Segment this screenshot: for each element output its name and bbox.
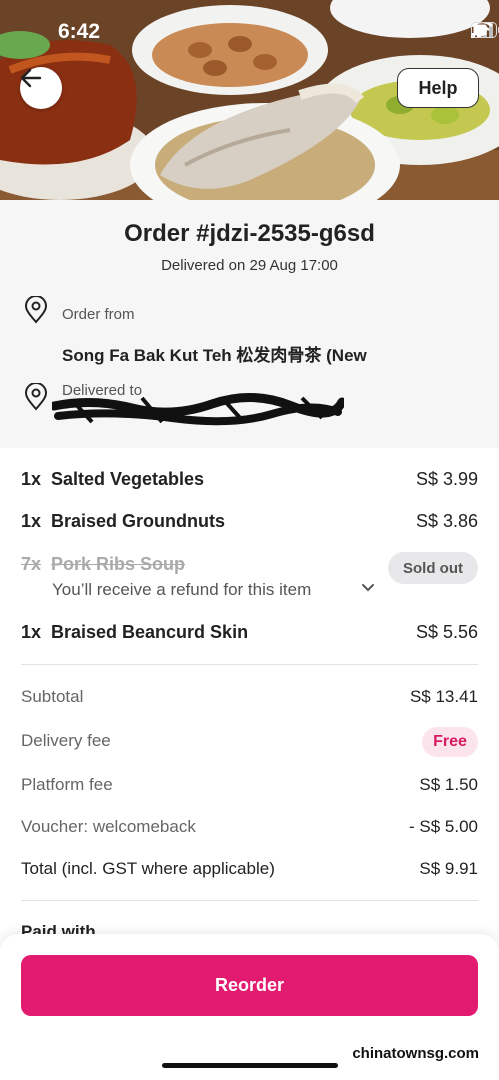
- item-price: S$ 5.56: [415, 622, 478, 642]
- item-name: Salted Vegetables: [51, 469, 205, 489]
- location-pin-icon: [24, 383, 48, 411]
- voucher-value: - S$ 5.00: [409, 817, 478, 836]
- total-value: S$ 9.91: [419, 859, 478, 878]
- watermark: chinatownsg.com: [352, 1045, 479, 1062]
- item-quantity: 7x: [21, 554, 42, 574]
- item-quantity: 1x: [21, 469, 42, 489]
- item-name: Braised Beancurd Skin: [51, 622, 249, 642]
- delivered-time: Delivered on 29 Aug 17:00: [161, 257, 338, 274]
- item-quantity: 1x: [21, 511, 42, 531]
- back-button[interactable]: [20, 67, 62, 109]
- arrow-left-icon: [20, 68, 42, 88]
- sold-out-badge: Sold out: [388, 552, 478, 584]
- divider: [21, 900, 478, 901]
- item-price: S$ 3.86: [415, 511, 478, 531]
- order-from-label: Order from: [62, 306, 135, 323]
- status-bar-time: 6:42: [58, 20, 101, 43]
- free-delivery-badge: Free: [422, 727, 478, 757]
- battery-icon: [471, 22, 499, 38]
- subtotal-value: S$ 13.41: [409, 687, 478, 706]
- platform-fee-label: Platform fee: [21, 775, 113, 794]
- redacted-address-scribble: [52, 393, 344, 426]
- item-price: S$ 3.99: [415, 469, 478, 489]
- order-info-panel: Order #jdzi-2535-g6sd Delivered on 29 Au…: [0, 200, 499, 448]
- restaurant-name: Song Fa Bak Kut Teh 松发肉骨茶 (New: [62, 346, 367, 365]
- order-title: Order #jdzi-2535-g6sd: [124, 220, 375, 247]
- reorder-button[interactable]: Reorder: [21, 955, 478, 1016]
- divider: [21, 664, 478, 665]
- item-quantity: 1x: [21, 622, 42, 642]
- item-name: Braised Groundnuts: [51, 511, 226, 531]
- total-label: Total (incl. GST where applicable): [21, 859, 275, 878]
- help-button[interactable]: Help: [397, 68, 479, 108]
- chevron-down-icon[interactable]: [360, 582, 376, 594]
- subtotal-label: Subtotal: [21, 687, 84, 706]
- home-indicator[interactable]: [162, 1063, 338, 1068]
- delivery-fee-label: Delivery fee: [21, 731, 111, 750]
- item-name: Pork Ribs Soup: [51, 554, 186, 574]
- location-pin-icon: [24, 296, 48, 324]
- voucher-label: Voucher: welcomeback: [21, 817, 196, 836]
- refund-note[interactable]: You’ll receive a refund for this item: [52, 580, 311, 600]
- hero-food-image: 6:42 Help: [0, 0, 499, 200]
- platform-fee-value: S$ 1.50: [419, 775, 478, 794]
